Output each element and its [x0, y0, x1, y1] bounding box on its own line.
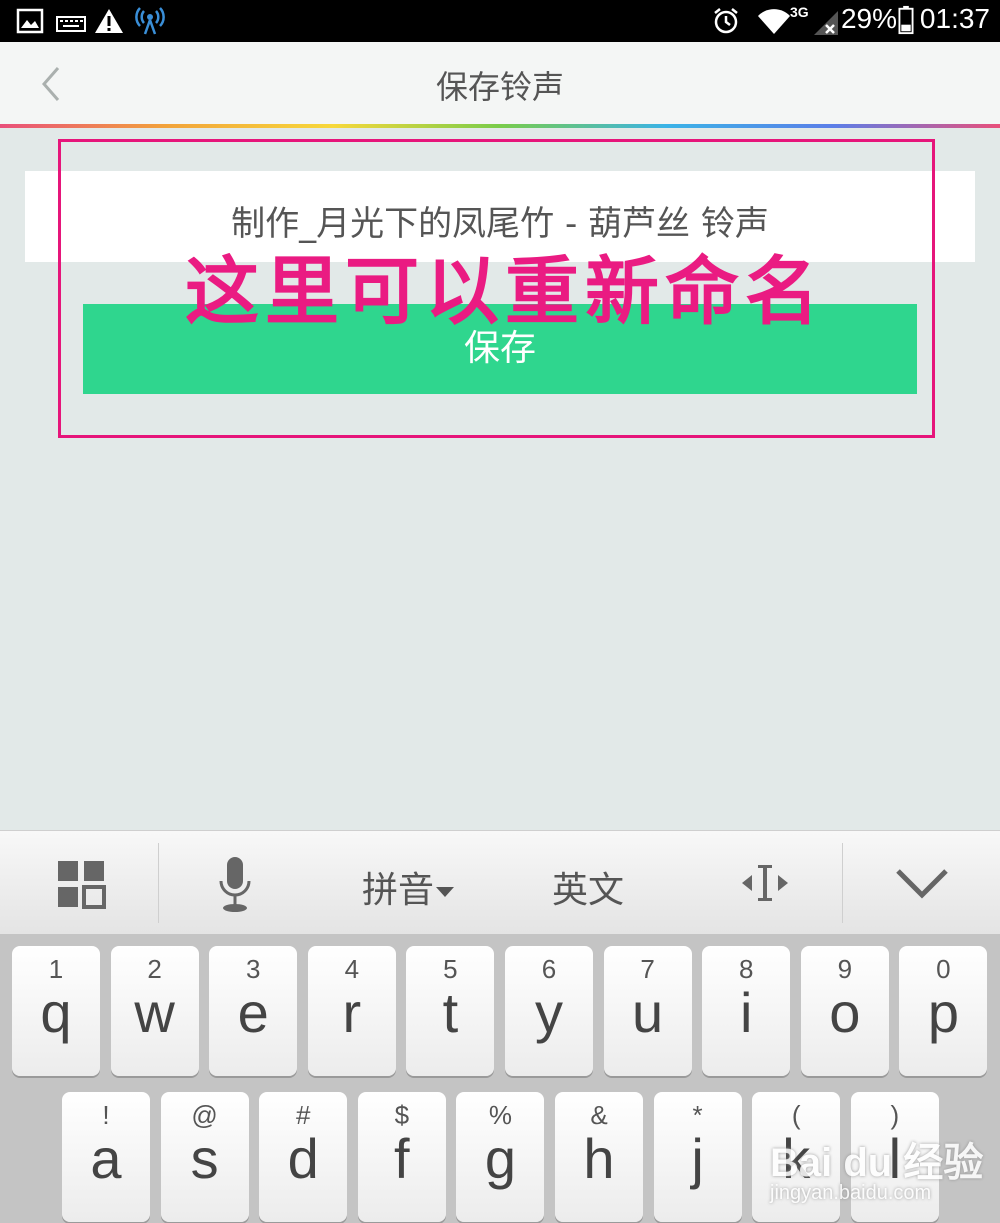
hotspot-icon	[135, 7, 165, 35]
key-d[interactable]: # d	[259, 1092, 348, 1222]
key-u[interactable]: 7u	[603, 946, 692, 1076]
key-label: l	[888, 1127, 902, 1190]
alarm-icon	[714, 8, 738, 34]
key-label: f	[394, 1127, 410, 1190]
gallery-icon	[16, 8, 44, 34]
key-label: w	[134, 981, 175, 1044]
key-label: e	[237, 981, 269, 1044]
pinyin-label: 拼音	[362, 870, 435, 911]
toolbar-separator	[842, 843, 843, 923]
key-label: t	[442, 981, 459, 1044]
english-toggle[interactable]: 英文	[552, 861, 624, 913]
warning-icon	[95, 9, 123, 33]
key-label: p	[927, 981, 959, 1044]
caret-down-icon	[436, 887, 455, 897]
key-h[interactable]: & h	[555, 1092, 643, 1222]
key-f[interactable]: $ f	[357, 1092, 446, 1222]
key-label: y	[535, 981, 563, 1044]
status-bar: 3G 29% 01:37	[0, 0, 1000, 42]
key-k[interactable]: (k	[752, 1092, 841, 1222]
save-button[interactable]: 保存	[83, 304, 917, 394]
signal-3g-icon	[814, 11, 838, 35]
key-a[interactable]: ! a	[62, 1092, 150, 1222]
key-i[interactable]: 8i	[702, 946, 791, 1076]
key-label: g	[484, 1127, 516, 1190]
key-label: h	[583, 1127, 615, 1190]
key-w[interactable]: 2w	[110, 946, 199, 1076]
title-bar: 保存铃声	[0, 42, 1000, 126]
keyboard-toolbar: 拼音 英文	[0, 830, 1000, 934]
key-y[interactable]: 6y	[505, 946, 593, 1076]
clock: 01:37	[919, 3, 990, 34]
key-r[interactable]: 4r	[307, 946, 396, 1076]
grid-icon[interactable]	[56, 859, 106, 909]
key-label: i	[739, 981, 753, 1044]
toolbar-separator	[158, 843, 159, 923]
battery-icon	[898, 5, 914, 35]
key-label: s	[190, 1127, 219, 1190]
pinyin-toggle[interactable]: 拼音	[362, 861, 455, 913]
key-label: o	[829, 981, 861, 1044]
network-type: 3G	[790, 4, 809, 20]
ringtone-name-input[interactable]	[25, 171, 975, 262]
key-s[interactable]: @ s	[160, 1092, 249, 1222]
key-g[interactable]: % g	[456, 1092, 545, 1222]
battery-percent: 29%	[840, 3, 897, 34]
chevron-down-icon[interactable]	[894, 861, 950, 905]
key-label: j	[691, 1127, 704, 1190]
key-label: u	[632, 981, 664, 1044]
rainbow-divider	[0, 124, 1000, 128]
key-e[interactable]: 3e	[209, 946, 298, 1076]
key-p[interactable]: 0p	[899, 946, 988, 1076]
key-o[interactable]: 9o	[800, 946, 889, 1076]
key-l[interactable]: ) l	[850, 1092, 939, 1222]
page-title: 保存铃声	[435, 68, 564, 106]
microphone-icon[interactable]	[216, 855, 254, 915]
key-label: k	[782, 1127, 811, 1190]
key-label: d	[287, 1127, 319, 1190]
key-label: r	[342, 981, 362, 1044]
key-label: q	[40, 981, 72, 1044]
key-t[interactable]: 5t	[406, 946, 495, 1076]
wifi-icon	[758, 9, 790, 34]
cursor-move-icon[interactable]	[740, 861, 790, 905]
key-q[interactable]: 1q	[12, 946, 100, 1076]
keyboard-icon	[56, 16, 86, 32]
key-label: a	[90, 1127, 122, 1190]
key-j[interactable]: * j	[653, 1092, 742, 1222]
keyboard: 1q2w3e4r5t6y7u8i9o0p ! a @ s # d $ f% g & h * j(k) l	[0, 934, 1000, 1223]
